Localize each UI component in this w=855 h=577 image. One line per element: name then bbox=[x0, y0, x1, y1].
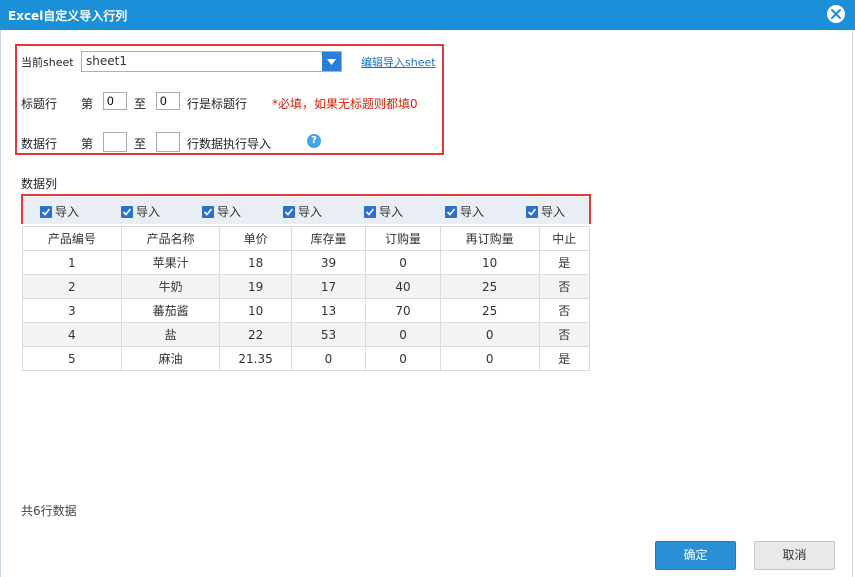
edit-sheet-link[interactable]: 编辑导入sheet bbox=[361, 54, 436, 70]
table-cell: 19 bbox=[219, 274, 292, 299]
data-row-to-input[interactable] bbox=[156, 132, 180, 152]
table-cell: 4 bbox=[22, 322, 122, 347]
checkbox-checked-icon bbox=[445, 205, 457, 218]
dialog-title: Excel自定义导入行列 bbox=[8, 9, 128, 23]
table-cell: 0 bbox=[439, 322, 540, 347]
column-header: 产品编号 bbox=[22, 226, 122, 251]
column-import-checkbox-5[interactable]: 导入 bbox=[364, 203, 403, 219]
checkbox-checked-icon bbox=[121, 205, 133, 218]
header-row-mid: 至 bbox=[134, 97, 147, 111]
import-label: 导入 bbox=[460, 205, 485, 219]
column-header: 单价 bbox=[219, 226, 292, 251]
data-row-prefix: 第 bbox=[81, 137, 94, 151]
table-row: 4 盐 22 53 0 0 否 bbox=[22, 322, 591, 347]
table-cell: 21.35 bbox=[219, 346, 292, 371]
import-label: 导入 bbox=[55, 205, 80, 219]
table-row: 1 苹果汁 18 39 0 10 是 bbox=[22, 250, 591, 275]
table-cell: 13 bbox=[290, 298, 367, 323]
header-row-label: 标题行 bbox=[21, 97, 58, 111]
table-cell: 40 bbox=[365, 274, 441, 299]
table-cell: 蕃茄酱 bbox=[120, 298, 221, 323]
import-label: 导入 bbox=[217, 205, 242, 219]
column-import-checkbox-3[interactable]: 导入 bbox=[202, 203, 241, 219]
table-cell: 25 bbox=[439, 298, 540, 323]
table-cell: 0 bbox=[290, 346, 367, 371]
table-cell: 牛奶 bbox=[120, 274, 221, 299]
confirm-button[interactable]: 确定 bbox=[655, 541, 736, 570]
column-import-checkbox-6[interactable]: 导入 bbox=[445, 203, 484, 219]
dropdown-arrow[interactable] bbox=[322, 52, 341, 71]
table-cell: 否 bbox=[538, 322, 591, 347]
table-cell: 10 bbox=[219, 298, 292, 323]
table-cell: 10 bbox=[439, 250, 540, 275]
table-cell: 18 bbox=[219, 250, 292, 275]
required-note: *必填，如果无标题则都填0 bbox=[272, 97, 418, 111]
column-header: 库存量 bbox=[290, 226, 367, 251]
table-cell: 是 bbox=[538, 346, 591, 371]
data-row-from-input[interactable] bbox=[103, 132, 127, 152]
sheet-select[interactable]: sheet1 bbox=[81, 51, 342, 72]
column-import-checkbox-4[interactable]: 导入 bbox=[283, 203, 322, 219]
help-icon[interactable]: ? bbox=[307, 134, 321, 148]
table-cell: 17 bbox=[290, 274, 367, 299]
close-icon bbox=[831, 9, 841, 19]
table-cell: 22 bbox=[219, 322, 292, 347]
column-header: 订购量 bbox=[365, 226, 441, 251]
column-import-checkbox-1[interactable]: 导入 bbox=[40, 203, 79, 219]
checkbox-checked-icon bbox=[364, 205, 376, 218]
header-row-prefix: 第 bbox=[81, 97, 94, 111]
table-cell: 2 bbox=[22, 274, 122, 299]
table-cell: 麻油 bbox=[120, 346, 221, 371]
header-row-to-input[interactable] bbox=[156, 92, 180, 110]
data-row-suffix: 行数据执行导入 bbox=[187, 137, 272, 151]
table-row: 2 牛奶 19 17 40 25 否 bbox=[22, 274, 591, 299]
checkbox-checked-icon bbox=[202, 205, 214, 218]
checkbox-checked-icon bbox=[526, 205, 538, 218]
table-cell: 0 bbox=[365, 250, 441, 275]
chevron-down-icon bbox=[327, 59, 336, 65]
table-header-row: 产品编号 产品名称 单价 库存量 订购量 再订购量 中止 bbox=[22, 226, 591, 251]
sheet-label: 当前sheet bbox=[21, 56, 74, 69]
header-row-from-input[interactable] bbox=[103, 92, 127, 110]
data-row-label: 数据行 bbox=[21, 137, 58, 151]
table-row: 5 麻油 21.35 0 0 0 是 bbox=[22, 346, 591, 371]
table-cell: 0 bbox=[365, 322, 441, 347]
column-header: 中止 bbox=[538, 226, 591, 251]
table-cell: 否 bbox=[538, 274, 591, 299]
table-cell: 是 bbox=[538, 250, 591, 275]
import-label: 导入 bbox=[136, 205, 161, 219]
table-cell: 否 bbox=[538, 298, 591, 323]
cancel-button[interactable]: 取消 bbox=[754, 541, 835, 570]
table-cell: 53 bbox=[290, 322, 367, 347]
columns-label: 数据列 bbox=[21, 177, 58, 191]
close-button[interactable] bbox=[827, 5, 845, 23]
column-header: 再订购量 bbox=[439, 226, 540, 251]
table-cell: 3 bbox=[22, 298, 122, 323]
data-preview-table: 产品编号 产品名称 单价 库存量 订购量 再订购量 中止 1 苹果汁 18 39… bbox=[22, 226, 591, 371]
table-cell: 70 bbox=[365, 298, 441, 323]
table-cell: 1 bbox=[22, 250, 122, 275]
table-cell: 0 bbox=[439, 346, 540, 371]
table-cell: 5 bbox=[22, 346, 122, 371]
column-import-checkbox-2[interactable]: 导入 bbox=[121, 203, 160, 219]
header-row-suffix: 行是标题行 bbox=[187, 97, 248, 111]
import-label: 导入 bbox=[298, 205, 323, 219]
import-label: 导入 bbox=[379, 205, 404, 219]
column-header: 产品名称 bbox=[120, 226, 221, 251]
table-row: 3 蕃茄酱 10 13 70 25 否 bbox=[22, 298, 591, 323]
table-cell: 盐 bbox=[120, 322, 221, 347]
checkbox-checked-icon bbox=[40, 205, 52, 218]
import-label: 导入 bbox=[541, 205, 566, 219]
data-row-mid: 至 bbox=[134, 137, 147, 151]
table-cell: 苹果汁 bbox=[120, 250, 221, 275]
column-import-checkbox-7[interactable]: 导入 bbox=[526, 203, 565, 219]
dialog-titlebar: Excel自定义导入行列 bbox=[0, 0, 855, 30]
table-cell: 25 bbox=[439, 274, 540, 299]
sheet-select-value: sheet1 bbox=[86, 54, 127, 68]
checkbox-checked-icon bbox=[283, 205, 295, 218]
table-cell: 0 bbox=[365, 346, 441, 371]
row-count-text: 共6行数据 bbox=[21, 504, 77, 518]
table-cell: 39 bbox=[290, 250, 367, 275]
column-checkbox-row: 导入 导入 导入 导入 导入 导入 导入 bbox=[23, 197, 589, 224]
